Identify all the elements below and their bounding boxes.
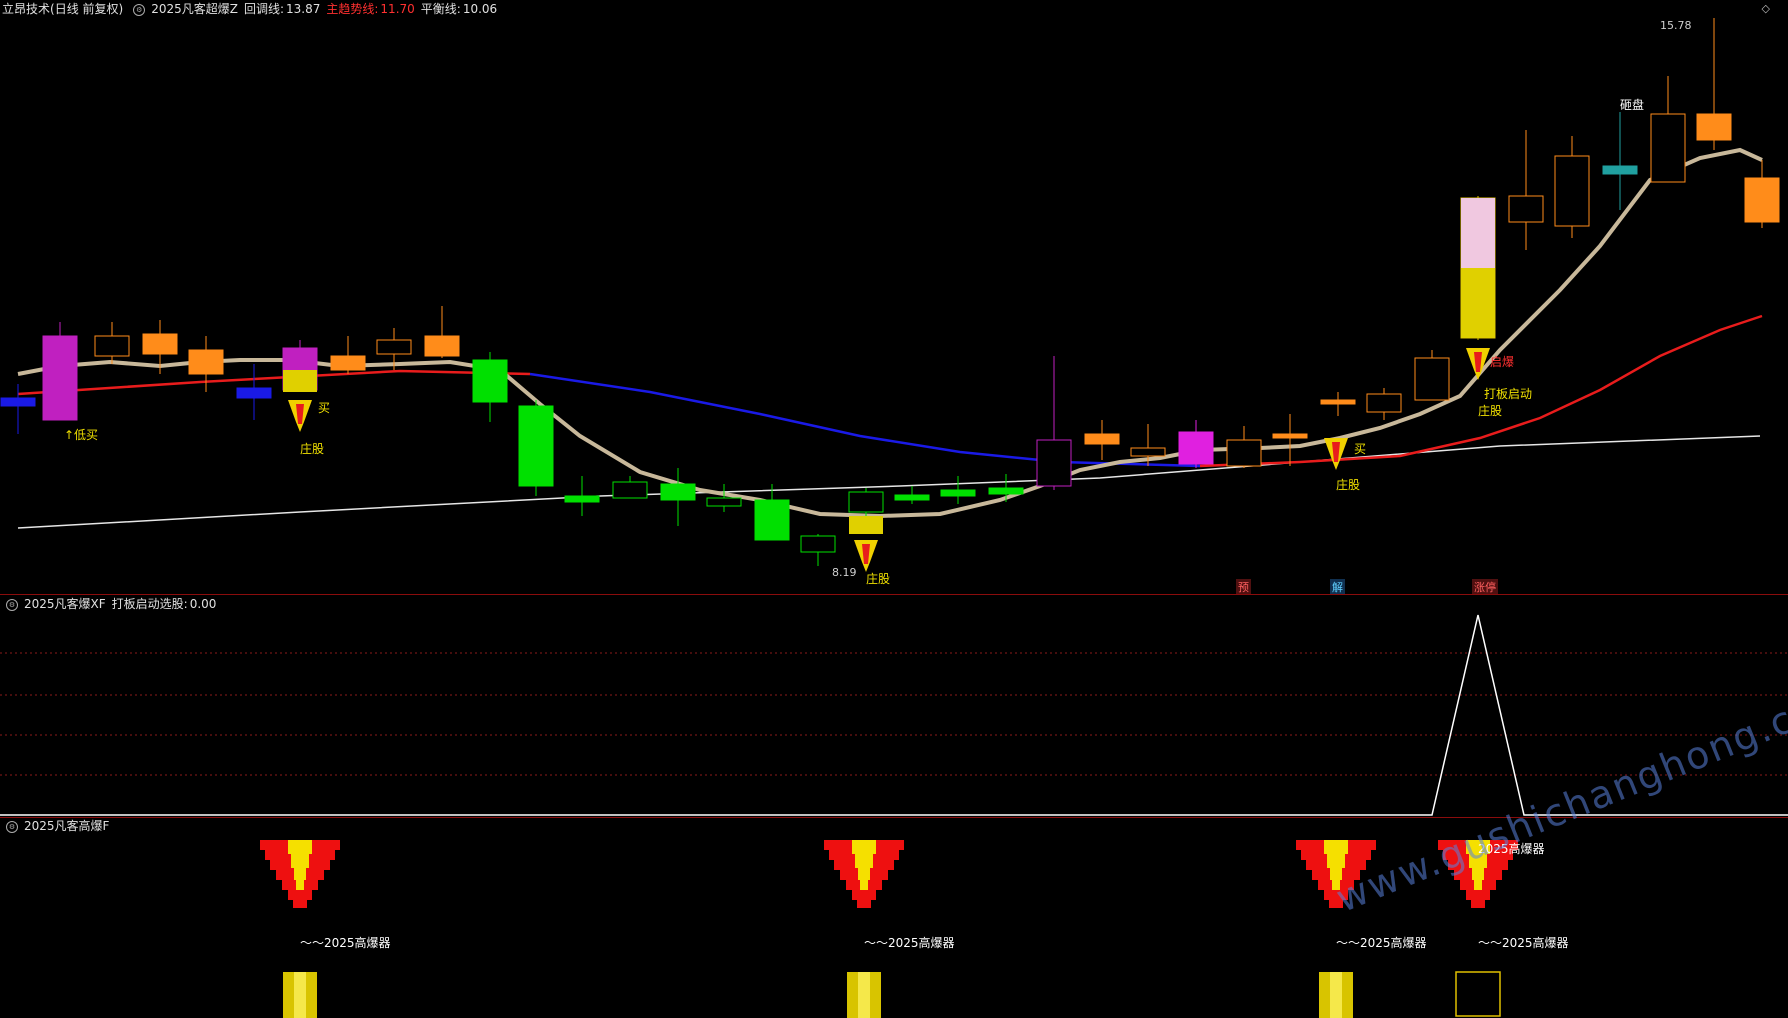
candle-body — [1696, 113, 1732, 141]
candle-body — [1602, 165, 1638, 175]
gaobaoqi-label-1: ～～2025高爆器 — [300, 936, 391, 950]
candles — [0, 18, 1780, 572]
candle-body — [988, 487, 1024, 495]
low-price-label: 8.19 — [832, 566, 857, 579]
flame-marker — [288, 400, 312, 432]
candle-body — [330, 355, 366, 371]
high-price-label: 15.78 — [1660, 19, 1692, 32]
candle-body — [0, 397, 36, 407]
zhuanggu-label-2: 庄股 — [866, 572, 891, 586]
zhuanggu-label-4: 庄股 — [1478, 404, 1503, 418]
gaobaoqi-label-3: ～～2025高爆器 — [1336, 936, 1427, 950]
candle-body — [1178, 431, 1214, 465]
candle-body — [1320, 399, 1356, 405]
candle-body — [236, 387, 272, 399]
candle-body — [1508, 195, 1544, 223]
candle-body — [518, 405, 554, 487]
panel2-svg — [0, 614, 1788, 816]
main-chart-svg — [0, 18, 1780, 572]
gaobaoqi-bar — [1319, 972, 1353, 1018]
candle-body — [1650, 113, 1686, 183]
candle-body — [612, 481, 648, 499]
candle-body — [1226, 439, 1262, 467]
zhuanggu-label-3: 庄股 — [1336, 478, 1361, 492]
buy-label-2: 买 — [1354, 442, 1367, 456]
candle-body — [472, 359, 508, 403]
candle-body — [1130, 447, 1166, 457]
candle-body — [800, 535, 836, 553]
signal-column — [283, 370, 317, 392]
candle-body — [940, 489, 976, 497]
candle-body — [376, 339, 412, 355]
gaobaoqi-label-4: ～～2025高爆器 — [1478, 936, 1569, 950]
blue-trend-line — [529, 372, 1201, 468]
badge-yu: 预 — [1236, 579, 1251, 595]
gaobaoqi-flame — [824, 840, 904, 908]
candle-body — [1554, 155, 1590, 227]
gaobaoqi-box — [1455, 971, 1501, 1017]
candle-body — [1366, 393, 1402, 413]
candle-body — [1036, 439, 1072, 487]
candle-body — [706, 497, 742, 507]
trend-line — [17, 369, 531, 396]
gaobaoqi-bar — [283, 972, 317, 1018]
zhuanggu-label: 庄股 — [300, 442, 325, 456]
buy-label-1: 买 — [318, 401, 331, 415]
badge-zhangting: 涨停 — [1472, 579, 1498, 595]
signal-column — [849, 516, 883, 534]
indicator-panel-xf[interactable]: ⚙ 2025凡客爆XF 打板启动选股: 0.00 — [0, 595, 1788, 817]
candle-body — [660, 483, 696, 501]
daban-label: 打板启动 — [1484, 387, 1533, 401]
flame-marker — [1324, 438, 1348, 470]
candle-body — [1744, 177, 1780, 223]
candle-body — [564, 495, 600, 503]
low-buy-label: ↑低买 — [64, 428, 99, 442]
candle-body — [188, 349, 224, 375]
candle-body — [42, 335, 78, 421]
gaobaoqi-label-2: ～～2025高爆器 — [864, 936, 955, 950]
gaobaoqi-flame — [260, 840, 340, 908]
candle-body — [848, 491, 884, 513]
badge-jie: 解 — [1330, 579, 1345, 595]
candle-body — [1414, 357, 1450, 401]
flame-marker — [854, 540, 878, 572]
candle-body — [424, 335, 460, 357]
qibao-label: 启爆 — [1490, 355, 1515, 369]
gaobaoqi-bar — [847, 972, 881, 1018]
candle-body — [94, 335, 130, 357]
candle-body — [894, 494, 930, 501]
signal-column — [1461, 198, 1495, 268]
main-chart-panel[interactable]: 立昂技术(日线 前复权) ⚙ 2025凡客超爆Z 回调线: 13.87 主趋势线: 11.7… — [0, 0, 1788, 595]
pullback-line — [17, 147, 1763, 519]
candle-body — [1084, 433, 1120, 445]
candle-body — [142, 333, 178, 355]
daban-signal-line — [0, 614, 1788, 816]
candle-body — [754, 499, 790, 541]
candle-body — [1272, 433, 1308, 439]
zagpan-label: 砸盘 — [1620, 98, 1645, 112]
signal-column — [1461, 268, 1495, 338]
